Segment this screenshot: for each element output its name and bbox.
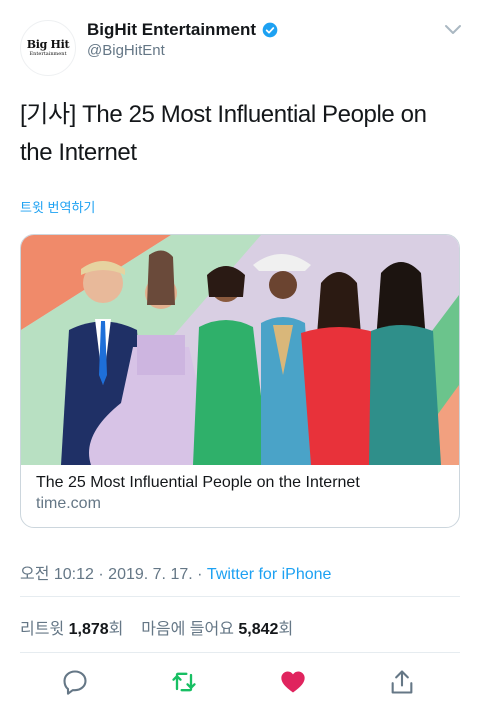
tweet-text: [기사] The 25 Most Influential People on t… xyxy=(20,101,427,166)
retweet-icon[interactable] xyxy=(170,668,198,696)
likes-count[interactable]: 5,842 xyxy=(238,621,278,638)
card-domain: time.com xyxy=(36,495,101,512)
tweet-source[interactable]: Twitter for iPhone xyxy=(207,566,332,583)
handle[interactable]: @BigHitEnt xyxy=(87,42,165,59)
share-icon[interactable] xyxy=(388,668,416,696)
logo-text: Big Hit xyxy=(26,38,70,51)
display-name[interactable]: BigHit Entertainment xyxy=(87,20,256,40)
action-bar xyxy=(0,662,480,702)
reply-icon[interactable] xyxy=(61,668,89,696)
meta-separator: · xyxy=(98,566,109,583)
likes-unit: 회 xyxy=(278,621,294,638)
tweet-date: 2019. 7. 17. xyxy=(108,566,193,583)
name-row: BigHit Entertainment xyxy=(87,20,278,40)
tweet-time: 오전 10:12 xyxy=(20,566,94,583)
retweets-count[interactable]: 1,878 xyxy=(69,621,109,638)
verified-icon xyxy=(262,22,278,38)
meta-separator: · xyxy=(197,566,207,583)
tweet-stats: 리트윗 1,878회 마음에 들어요 5,842회 xyxy=(20,615,293,639)
logo-subtext: Entertainment xyxy=(29,51,67,57)
retweets-unit: 회 xyxy=(108,621,124,638)
likes-label: 마음에 들어요 xyxy=(141,621,234,638)
card-title: The 25 Most Influential People on the In… xyxy=(36,474,360,491)
retweets-label: 리트윗 xyxy=(20,621,65,638)
divider xyxy=(20,652,460,653)
card-image xyxy=(21,235,459,465)
translate-tweet-link[interactable]: 트윗 번역하기 xyxy=(20,197,95,216)
like-icon[interactable] xyxy=(279,668,307,696)
chevron-down-icon[interactable] xyxy=(444,24,462,36)
divider xyxy=(20,596,460,597)
link-card[interactable]: The 25 Most Influential People on the In… xyxy=(20,234,460,528)
tweet-meta: 오전 10:12 · 2019. 7. 17. · Twitter for iP… xyxy=(20,560,331,584)
avatar[interactable]: Big Hit Entertainment xyxy=(20,20,76,76)
tweet-header: Big Hit Entertainment BigHit Entertainme… xyxy=(0,0,480,80)
